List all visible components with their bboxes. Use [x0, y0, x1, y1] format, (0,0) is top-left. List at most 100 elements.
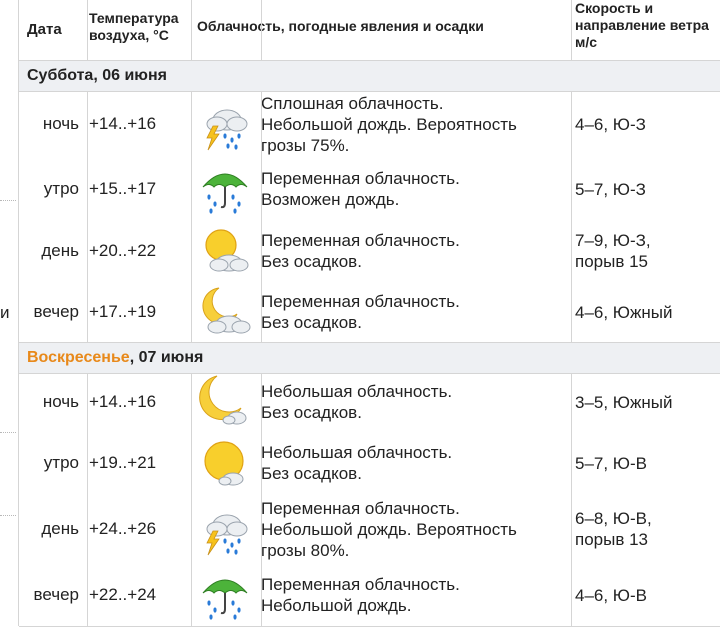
weather-description: Переменная облачность. Небольшой дождь. — [261, 564, 567, 626]
header-wind-line: направление ветра — [575, 17, 709, 33]
storm-cloud-icon — [191, 90, 259, 158]
wind-info: 5–7, Ю-З — [575, 158, 720, 220]
weather-description-line: Небольшая облачность. — [261, 443, 453, 462]
storm-cloud-icon — [191, 494, 259, 564]
weather-description-line: грозы 80%. — [261, 540, 350, 560]
time-of-day: вечер — [33, 585, 80, 604]
time-of-day-cell: ночь — [19, 372, 85, 432]
gutter-divider — [0, 432, 16, 434]
day-header: Суббота, 06 июня — [19, 60, 720, 92]
header-wind-line: Скорость и — [575, 0, 654, 16]
umbrella-rain-icon — [191, 158, 259, 220]
time-of-day-cell: вечер — [19, 282, 85, 342]
time-of-day: утро — [43, 179, 79, 198]
time-of-day-cell: день — [19, 494, 85, 564]
time-of-day-cell: день — [19, 220, 85, 282]
table-row: утро +19..+21 Небольшая облачность. Без оса… — [19, 432, 720, 495]
weather-description: Переменная облачность. Небольшой дождь. В… — [261, 494, 567, 564]
temperature: +14..+16 — [89, 392, 157, 411]
weather-description-line: Переменная облачность. — [261, 498, 460, 518]
wind-info-line: 5–7, Ю-В — [575, 453, 647, 473]
header-date: Дата — [27, 21, 62, 38]
wind-info: 4–6, Южный — [575, 282, 720, 342]
header-wind-line: м/с — [575, 34, 598, 50]
wind-info-line: 7–9, Ю-З, — [575, 231, 651, 250]
weather-description-line: грозы 75%. — [261, 135, 350, 155]
header-temperature-line: Температура — [89, 10, 179, 26]
sun-cloud-icon — [191, 220, 259, 282]
sun-small-cloud-icon — [191, 432, 259, 494]
gutter-divider — [0, 200, 16, 202]
weather-description-line: Переменная облачность. — [261, 575, 460, 594]
header-temperature-line: воздуха, °С — [89, 27, 169, 43]
weather-description-line: Без осадков. — [261, 464, 362, 483]
table-row: утро +15..+17 Переменная облачность. Возмож… — [19, 158, 720, 221]
weather-description-line: Небольшой дождь. Вероятность — [261, 519, 517, 539]
wind-info: 7–9, Ю-З, порыв 15 — [575, 220, 720, 282]
weather-description-line: Без осадков. — [261, 252, 362, 271]
gutter-divider — [0, 515, 16, 517]
weather-description-line: Переменная облачность. — [261, 169, 460, 188]
day-title: Суббота, 06 июня — [27, 61, 167, 91]
moon-cloud-icon — [191, 282, 259, 342]
header-weather: Облачность, погодные явления и осадки — [197, 18, 484, 34]
time-of-day: вечер — [33, 302, 80, 321]
time-of-day-cell: ночь — [19, 90, 85, 158]
weather-description: Переменная облачность. Без осадков. — [261, 220, 567, 282]
table-row: день +24..+26 Переменная облачность. Неболь… — [19, 494, 720, 565]
time-of-day-cell: вечер — [19, 564, 85, 626]
time-of-day: ночь — [42, 114, 79, 133]
temperature: +20..+22 — [89, 241, 157, 260]
wind-info-line: 4–6, Южный — [575, 302, 673, 322]
weather-description-line: Небольшой дождь. — [261, 596, 412, 615]
weather-description-line: Переменная облачность. — [261, 231, 460, 250]
table-row: ночь +14..+16 Небольшая облачность. Без оса… — [19, 372, 720, 433]
temperature: +17..+19 — [89, 302, 157, 321]
wind-info: 5–7, Ю-В — [575, 432, 720, 494]
table-header: Дата Температура воздуха, °С Облачность,… — [19, 0, 720, 61]
column-divider — [261, 0, 262, 626]
wind-info-line: 3–5, Южный — [575, 392, 673, 412]
wind-info: 4–6, Ю-В — [575, 564, 720, 626]
temperature: +24..+26 — [89, 519, 157, 538]
time-of-day: утро — [43, 453, 79, 472]
weather-description-line: Сплошная облачность. — [261, 93, 444, 113]
column-divider — [571, 0, 572, 626]
wind-info-line: порыв 15 — [575, 252, 648, 271]
weather-description: Переменная облачность. Без осадков. — [261, 282, 567, 342]
umbrella-rain-icon — [191, 564, 259, 626]
temperature: +22..+24 — [89, 585, 157, 604]
temperature: +14..+16 — [89, 114, 157, 133]
weather-description: Небольшая облачность. Без осадков. — [261, 372, 567, 432]
temperature: +15..+17 — [89, 179, 157, 198]
time-of-day-cell: утро — [19, 432, 85, 494]
day-date: , 06 июня — [93, 67, 167, 84]
weather-description-line: Без осадков. — [261, 403, 362, 422]
left-gutter: и — [0, 0, 18, 626]
day-name: Воскресенье — [27, 349, 130, 366]
table-row: ночь +14..+16 Сплошная облачность. Небольшо… — [19, 90, 720, 159]
weather-description-line: Небольшой дождь. Вероятность — [261, 114, 517, 134]
day-name: Суббота — [27, 67, 94, 84]
weather-description: Переменная облачность. Возможен дождь. — [261, 158, 567, 220]
column-divider — [191, 0, 192, 626]
day-header: Воскресенье, 07 июня — [19, 342, 720, 374]
time-of-day-cell: утро — [19, 158, 85, 220]
wind-info-line: 5–7, Ю-З — [575, 179, 646, 199]
moon-small-cloud-icon — [191, 372, 259, 432]
wind-info: 6–8, Ю-В, порыв 13 — [575, 494, 720, 564]
temperature: +19..+21 — [89, 453, 157, 472]
wind-info: 3–5, Южный — [575, 372, 720, 432]
weather-description-line: Переменная облачность. — [261, 292, 460, 311]
table-row: вечер +22..+24 Переменная облачность. Небол… — [19, 564, 720, 627]
time-of-day: день — [41, 241, 79, 260]
gutter-text: и — [0, 303, 10, 322]
column-divider — [87, 0, 88, 626]
wind-info-line: 4–6, Ю-В — [575, 585, 647, 605]
header-wind: Скорость и направление ветра м/с — [575, 0, 720, 60]
forecast-table: Дата Температура воздуха, °С Облачность,… — [18, 0, 720, 627]
wind-info: 4–6, Ю-З — [575, 90, 720, 158]
day-title: Воскресенье, 07 июня — [27, 343, 203, 373]
weather-description-line: Без осадков. — [261, 313, 362, 332]
weather-description-line: Небольшая облачность. — [261, 382, 453, 401]
